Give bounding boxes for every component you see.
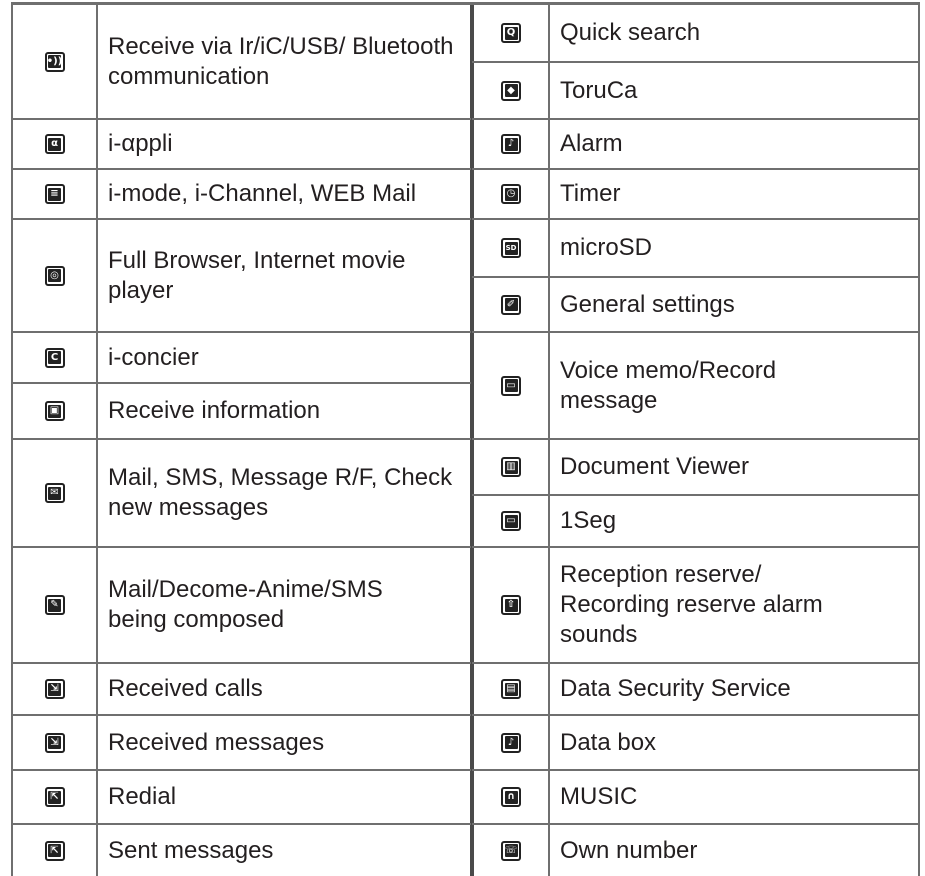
right-row-3-label: Timer (560, 180, 621, 207)
right-row-6-label: Voice memo/Record message (560, 356, 777, 414)
left-row-3-label: Full Browser, Internet movie player (108, 246, 406, 304)
alarm-icon: ♪ (501, 134, 521, 154)
left-row-6-icon-cell: ✉ (13, 440, 96, 546)
left-row-7-icon-cell: ✎ (13, 548, 96, 662)
left-row-8-label: Received calls (108, 675, 263, 702)
right-row-7-label: Document Viewer (560, 453, 749, 480)
right-row-6-icon-cell: ▭ (474, 333, 548, 438)
sent-messages-icon: ⇱ (44, 840, 65, 861)
document-viewer-icon: ▥ (501, 457, 521, 477)
infrared-transfer-icon: •)) (44, 51, 65, 72)
reception-reserve-icon: ⇧ (501, 595, 521, 615)
right-row-9-label: Reception reserve/ Recording reserve ala… (560, 561, 823, 648)
right-row-3-icon-cell: ◷ (474, 170, 548, 218)
left-row-10-label: Redial (108, 783, 177, 810)
right-row-0-icon-cell: Q (474, 5, 548, 61)
right-row-10-label: Data Security Service (560, 675, 791, 702)
left-row-5-icon-cell: ▣ (13, 384, 96, 438)
left-row-0-icon-cell: •)) (13, 5, 96, 118)
right-row-13-label: Own number (560, 836, 698, 864)
left-row-11-label: Sent messages (108, 836, 274, 864)
left-row-7-label: Mail/Decome-Anime/SMS being composed (108, 576, 383, 633)
right-row-8-label: 1Seg (560, 507, 617, 534)
left-row-8-icon-cell: ⇲ (13, 664, 96, 714)
right-row-12-icon-cell: ∩ (474, 771, 548, 823)
general-settings-icon: ✐ (501, 294, 521, 315)
i-appli-icon: α (44, 134, 65, 154)
left-row-3-icon-cell: ◎ (13, 220, 96, 331)
right-row-4-icon-cell: SD (474, 220, 548, 276)
right-row-1-label: ToruCa (560, 76, 638, 104)
quick-search-icon: Q (501, 23, 521, 43)
right-row-7-icon-cell: ▥ (474, 440, 548, 494)
left-row-10-icon-cell: ⇱ (13, 771, 96, 823)
1seg-icon: ▭ (501, 511, 521, 531)
right-row-5-icon-cell: ✐ (474, 278, 548, 331)
right-row-5-label: General settings (560, 290, 735, 318)
left-row-5-label: Receive information (108, 397, 321, 424)
left-row-0-label: Receive via Ir/iC/USB/ Bluetooth communi… (108, 32, 454, 90)
right-row-11-label: Data box (560, 728, 657, 756)
left-row-2-label: i-mode, i-Channel, WEB Mail (108, 180, 417, 207)
mail-compose-icon: ✎ (44, 595, 65, 615)
i-mode-icon: ≡ (44, 184, 65, 204)
right-row-2-label: Alarm (560, 130, 623, 157)
right-row-1-icon-cell: ◆ (474, 63, 548, 118)
left-row-1-label: i-αppli (108, 130, 173, 157)
received-calls-icon: ⇲ (44, 679, 65, 699)
left-row-11-icon-cell: ⇱ (13, 825, 96, 876)
left-row-4-label: i-concier (108, 343, 199, 371)
right-row-0-label: Quick search (560, 19, 701, 46)
timer-icon: ◷ (501, 184, 521, 204)
left-row-1-icon-cell: α (13, 120, 96, 168)
mail-icon: ✉ (44, 483, 65, 503)
toruca-icon: ◆ (501, 80, 521, 101)
left-row-9-icon-cell: ⇲ (13, 716, 96, 769)
own-number-icon: ☏ (501, 840, 521, 861)
music-icon: ∩ (501, 787, 521, 807)
right-row-13-icon-cell: ☏ (474, 825, 548, 876)
data-box-icon: ♪ (501, 732, 521, 753)
left-row-6-label: Mail, SMS, Message R/F, Check new messag… (108, 464, 453, 521)
right-row-9-icon-cell: ⇧ (474, 548, 548, 662)
right-row-8-icon-cell: ▭ (474, 496, 548, 546)
redial-icon: ⇱ (44, 787, 65, 807)
icon-legend-table: •)) Receive via Ir/iC/USB/ Bluetooth com… (0, 0, 925, 876)
right-row-10-icon-cell: ▤ (474, 664, 548, 714)
left-row-2-icon-cell: ≡ (13, 170, 96, 218)
microsd-icon: SD (501, 238, 521, 258)
i-concier-icon: C (44, 347, 65, 368)
right-row-2-icon-cell: ♪ (474, 120, 548, 168)
receive-information-icon: ▣ (44, 401, 65, 421)
received-messages-icon: ⇲ (44, 732, 65, 753)
right-row-4-label: microSD (560, 234, 653, 261)
full-browser-icon: ◎ (44, 265, 65, 286)
voice-memo-icon: ▭ (501, 375, 521, 396)
left-row-4-icon-cell: C (13, 333, 96, 382)
right-row-12-label: MUSIC (560, 783, 638, 810)
right-row-11-icon-cell: ♪ (474, 716, 548, 769)
data-security-icon: ▤ (501, 679, 521, 699)
left-row-9-label: Received messages (108, 728, 325, 756)
